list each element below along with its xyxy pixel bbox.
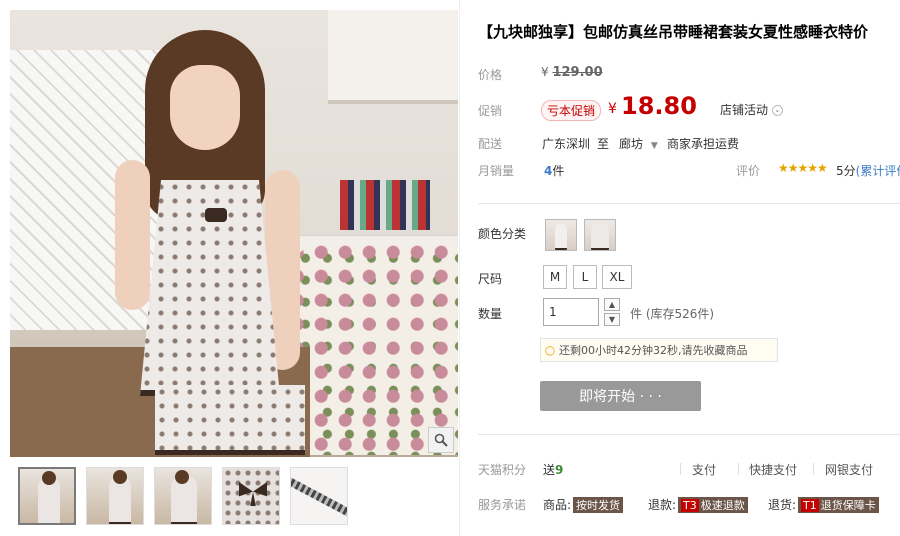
thumbnail-5[interactable] [290,467,348,525]
model-figure [115,30,335,455]
original-price: ¥ 129.00 [541,65,603,80]
size-label: 尺码 [478,272,503,286]
review-label: 评价 [736,164,761,178]
wall-shelf [328,10,458,104]
ship-from: 广东深圳 [542,137,591,151]
divider-2 [478,434,900,435]
pay-option-1[interactable]: 支付 [692,461,716,478]
product-title: 【九块邮独享】包邮仿真丝吊带睡裙套装女夏性感睡衣特价 [478,23,869,41]
pay-option-bank[interactable]: 网银支付 [825,461,873,478]
separator [813,463,814,475]
thumbnail-4[interactable] [222,467,280,525]
quantity-label: 数量 [478,307,503,321]
thumbnail-1[interactable] [18,467,76,525]
lightbulb-icon: ○ [544,343,556,357]
stock-info: 件 (库存526件) [630,307,715,321]
promo-label: 促销 [478,104,503,118]
countdown-tip: ○ 还剩00小时42分钟32秒,请先收藏商品 [540,338,778,362]
separator [738,463,739,475]
promise-fast-refund[interactable]: 退款: T3 极速退款 [648,496,748,513]
promo-price: 18.80 [621,92,697,120]
magnifier-icon[interactable] [428,427,454,453]
chevron-down-icon: ⌄ [771,105,783,116]
mall-points: 送9 [543,463,564,477]
caret-down-icon: ▼ [650,141,658,151]
service-promise-label: 服务承诺 [478,498,527,512]
thumbnail-strip [18,467,348,525]
promise-ontime-ship[interactable]: 商品: 按时发货 [543,496,624,513]
monthly-sales-label: 月销量 [478,164,515,178]
arrow-up-icon[interactable]: ▲ [604,298,620,311]
ship-to-word: 至 [597,137,610,151]
monthly-sales: 4件 [544,164,565,178]
promo-badge: 亏本促销 [541,100,602,121]
size-option-m[interactable]: M [543,265,567,289]
review-score[interactable]: 5分(累计评价 [836,162,900,179]
promise-return-card[interactable]: 退货: T1 退货保障卡 [768,496,879,513]
color-swatch-2[interactable] [584,219,616,251]
thumbnail-2[interactable] [86,467,144,525]
separator [680,463,681,475]
color-swatch-1[interactable] [545,219,577,251]
store-activity-dropdown[interactable]: 店铺活动 ⌄ [720,101,783,118]
thumbnail-3[interactable] [154,467,212,525]
main-product-image[interactable] [10,10,458,457]
delivery-label: 配送 [478,137,503,151]
mall-points-label: 天猫积分 [478,463,527,477]
ship-to-select[interactable]: 廊坊 ▼ [619,135,658,152]
shipping-fee: 商家承担运费 [667,137,740,151]
rating-stars: ★★★★★ [778,161,828,175]
size-option-l[interactable]: L [573,265,597,289]
promo-currency: ¥ [608,101,617,117]
coming-soon-button[interactable]: 即将开始 · · · [540,381,701,411]
divider-1 [478,203,900,204]
column-divider [459,0,460,536]
price-label: 价格 [478,68,503,82]
arrow-down-icon[interactable]: ▼ [604,313,620,326]
books-decor [340,180,430,230]
quantity-input[interactable] [543,298,599,326]
pay-option-quick[interactable]: 快捷支付 [749,461,797,478]
color-label: 颜色分类 [478,227,527,241]
size-option-xl[interactable]: XL [602,265,632,289]
